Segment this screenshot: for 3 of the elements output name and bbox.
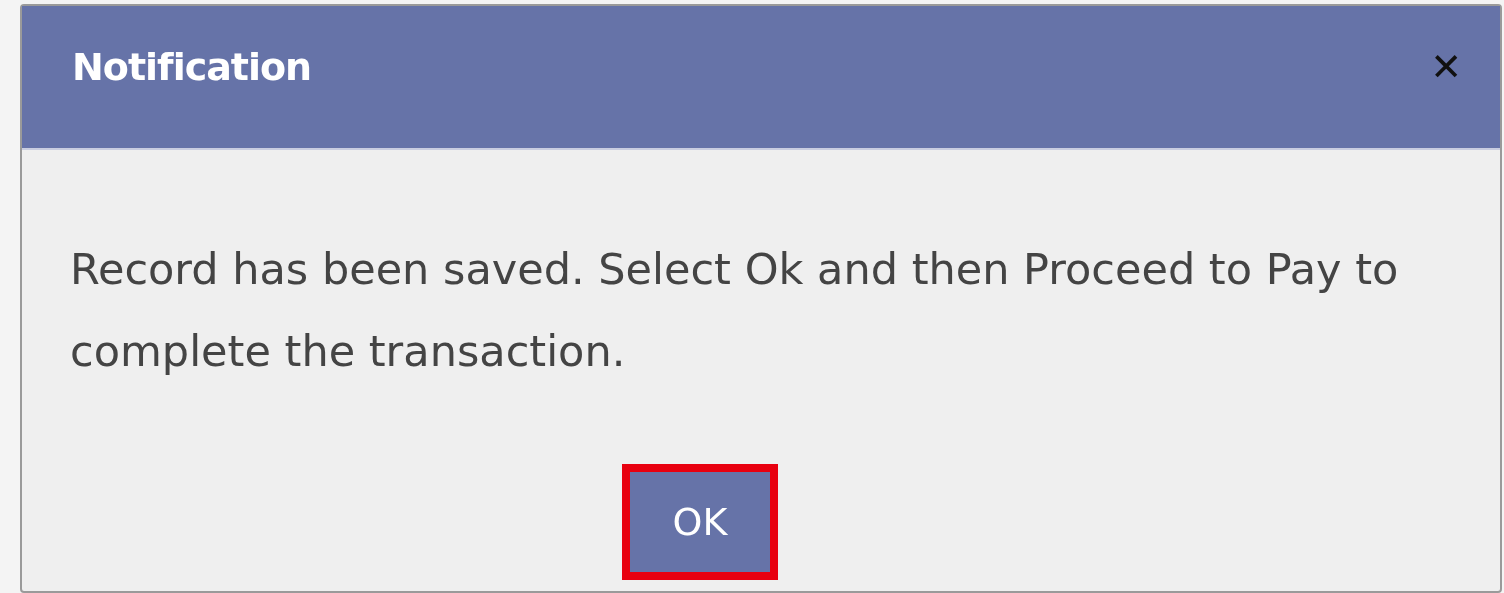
message-text: Record has been saved. Select Ok and then Proceed to Pay to complete the transaction.: [70, 243, 1400, 378]
dialog-title: Notification: [72, 45, 312, 89]
close-button[interactable]: ✕: [1430, 45, 1462, 89]
